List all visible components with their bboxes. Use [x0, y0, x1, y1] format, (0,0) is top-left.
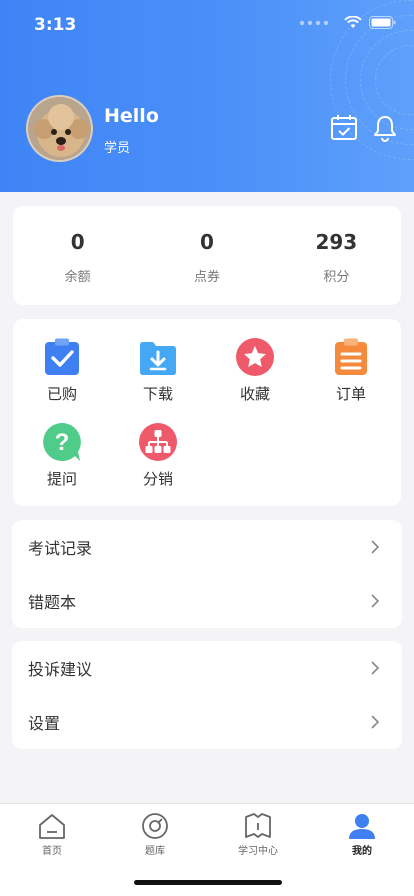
list-item-label: 错题本: [28, 593, 77, 612]
feature-label: 下载: [142, 385, 173, 403]
stat-coupons[interactable]: 0 点券: [142, 206, 271, 305]
list-item-label: 考试记录: [28, 539, 93, 558]
question-icon: ?: [43, 423, 81, 461]
tab-question-bank[interactable]: 题库: [110, 812, 200, 857]
star-icon: [236, 338, 274, 376]
stat-label: 积分: [323, 270, 350, 285]
features-card: 已购 下载 收藏 订单 ? 提问 分销: [13, 319, 401, 506]
home-icon: [39, 814, 65, 839]
svg-text:?: ?: [55, 429, 70, 456]
list-item-label: 设置: [28, 714, 61, 733]
tab-home[interactable]: 首页: [7, 812, 97, 857]
feature-orders[interactable]: 订单: [311, 337, 391, 404]
tab-label: 学习中心: [238, 846, 278, 857]
bell-icon[interactable]: [371, 114, 399, 142]
feature-purchased[interactable]: 已购: [22, 337, 102, 404]
avatar[interactable]: [26, 95, 93, 162]
stat-label: 点券: [193, 270, 220, 285]
chevron-right-icon: [371, 540, 380, 554]
status-icons: [299, 16, 396, 29]
stats-card: 0 余额 0 点券 293 积分: [13, 206, 401, 305]
puppy-avatar-image: [28, 97, 91, 160]
feature-download[interactable]: 下载: [118, 337, 198, 404]
feature-favorites[interactable]: 收藏: [215, 337, 295, 404]
list-item-wrong-questions[interactable]: 错题本: [12, 574, 402, 628]
chevron-right-icon: [371, 661, 380, 675]
feature-label: 分销: [142, 470, 173, 488]
greeting-text: Hello: [104, 105, 159, 127]
list-item-settings[interactable]: 设置: [12, 695, 402, 749]
user-role: 学员: [104, 141, 131, 156]
clipboard-check-icon: [45, 338, 79, 375]
list-group-settings: 投诉建议 设置: [12, 641, 402, 749]
book-icon: [245, 813, 271, 838]
list-item-exam-records[interactable]: 考试记录: [12, 520, 402, 574]
list-item-label: 投诉建议: [28, 660, 93, 679]
user-icon: [349, 814, 375, 839]
distribution-icon: [139, 423, 177, 461]
tab-label: 我的: [352, 846, 372, 857]
feature-label: 订单: [335, 385, 366, 403]
order-list-icon: [335, 338, 367, 375]
tab-label: 题库: [145, 846, 165, 857]
feature-label: 提问: [46, 470, 77, 488]
calendar-checkin-icon[interactable]: [330, 114, 358, 142]
tab-study-center[interactable]: 学习中心: [213, 812, 303, 857]
stat-value: 0: [200, 230, 214, 254]
battery-icon: [369, 16, 396, 29]
chevron-right-icon: [371, 715, 380, 729]
chevron-right-icon: [371, 594, 380, 608]
stat-points[interactable]: 293 积分: [272, 206, 401, 305]
stat-value: 293: [315, 230, 358, 254]
profile-header: 3:13 Hello 学员: [0, 0, 414, 192]
feature-ask[interactable]: ? 提问: [22, 422, 102, 489]
stat-label: 余额: [64, 270, 91, 285]
tab-mine[interactable]: 我的: [317, 812, 407, 857]
stat-value: 0: [70, 230, 85, 254]
tab-label: 首页: [42, 846, 62, 857]
stat-balance[interactable]: 0 余额: [13, 206, 142, 305]
folder-download-icon: [140, 342, 176, 375]
list-group-records: 考试记录 错题本: [12, 520, 402, 628]
question-bank-icon: [142, 813, 168, 839]
list-item-feedback[interactable]: 投诉建议: [12, 641, 402, 695]
status-time: 3:13: [34, 15, 77, 35]
home-indicator: [134, 880, 282, 885]
feature-label: 收藏: [239, 385, 270, 403]
signal-dots-icon: [299, 20, 329, 25]
feature-distribution[interactable]: 分销: [118, 422, 198, 489]
wifi-icon: [344, 16, 362, 28]
feature-label: 已购: [46, 385, 77, 403]
